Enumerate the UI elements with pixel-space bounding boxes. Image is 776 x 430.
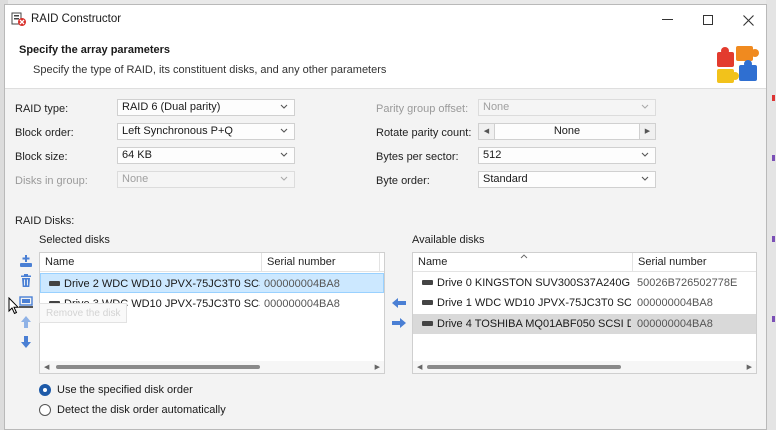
rotate-parity-count-spinner[interactable]: ◀ None ▶: [478, 123, 656, 140]
header-subtitle: Specify the type of RAID, its constituen…: [33, 64, 387, 76]
available-disks-header: Name Serial number: [413, 253, 756, 272]
rotate-parity-count-label: Rotate parity count:: [376, 127, 472, 139]
mouse-cursor-icon: [8, 297, 20, 315]
raid-type-value: RAID 6 (Dual parity): [122, 101, 221, 113]
disk-name: Drive 0 KINGSTON SUV300S37A240G: [437, 277, 630, 289]
column-header-serial[interactable]: Serial number: [262, 253, 380, 272]
disk-name: Drive 4 TOSHIBA MQ01ABF050 SCSI Disk...: [437, 318, 631, 330]
block-order-label: Block order:: [15, 127, 74, 139]
chevron-down-icon: [641, 152, 649, 157]
byte-order-label: Byte order:: [376, 175, 430, 187]
drive-icon: [49, 281, 60, 286]
arrow-left-icon[interactable]: [390, 294, 408, 312]
available-disks-list[interactable]: Name Serial number Drive 0 KINGSTON SUV3…: [412, 252, 757, 374]
parity-group-offset-value: None: [483, 101, 510, 113]
header-title: Specify the array parameters: [19, 44, 171, 56]
radio-label: Detect the disk order automatically: [57, 404, 226, 416]
maximize-icon[interactable]: [688, 5, 728, 35]
scroll-left-icon[interactable]: ◀: [417, 363, 422, 371]
chevron-down-icon: [280, 104, 288, 109]
available-disk-row[interactable]: Drive 1 WDC WD10 JPVX-75JC3T0 SCSI D... …: [413, 293, 756, 313]
column-header-name[interactable]: Name: [40, 253, 262, 272]
disk-name: Drive 2 WDC WD10 JPVX-75JC3T0 SCSI D...: [64, 278, 260, 290]
move-down-icon[interactable]: [17, 333, 35, 351]
rotate-parity-count-value: None: [553, 125, 581, 137]
minimize-icon[interactable]: [647, 5, 687, 35]
bytes-per-sector-label: Bytes per sector:: [376, 151, 459, 163]
disk-serial: 000000004BA8: [637, 318, 713, 330]
scroll-right-icon[interactable]: ▶: [747, 363, 752, 371]
sort-up-icon: [520, 254, 528, 259]
chevron-down-icon: [641, 176, 649, 181]
spinner-left-button[interactable]: ◀: [479, 124, 495, 139]
available-disk-row[interactable]: Drive 0 KINGSTON SUV300S37A240G 50026B72…: [413, 273, 756, 293]
disk-serial: 000000004BA8: [264, 298, 340, 310]
raid-disks-label: RAID Disks:: [15, 215, 75, 227]
horizontal-scrollbar[interactable]: ◀ ▶: [413, 361, 756, 373]
block-size-value: 64 KB: [122, 149, 152, 161]
selected-disks-label: Selected disks: [39, 234, 110, 246]
window-title: RAID Constructor: [31, 13, 122, 25]
selected-disk-row[interactable]: Drive 2 WDC WD10 JPVX-75JC3T0 SCSI D... …: [40, 273, 384, 293]
puzzle-icon: [717, 46, 759, 83]
close-icon[interactable]: [728, 5, 766, 35]
block-order-value: Left Synchronous P+Q: [122, 125, 233, 137]
disk-name: Drive 1 WDC WD10 JPVX-75JC3T0 SCSI D...: [437, 297, 631, 309]
disks-in-group-select: None: [117, 171, 295, 188]
chevron-down-icon: [280, 128, 288, 133]
title-bar: RAID Constructor: [5, 5, 766, 35]
delete-disk-icon[interactable]: [17, 272, 35, 290]
background-app-right: [766, 0, 776, 430]
drive-icon: [422, 321, 433, 326]
arrow-right-icon[interactable]: [390, 314, 408, 332]
block-order-select[interactable]: Left Synchronous P+Q: [117, 123, 295, 140]
tooltip: Remove the disk: [39, 303, 128, 323]
radio-button[interactable]: [39, 404, 51, 416]
available-disk-row[interactable]: Drive 4 TOSHIBA MQ01ABF050 SCSI Disk... …: [413, 314, 756, 334]
block-size-label: Block size:: [15, 151, 68, 163]
background-mark: [772, 155, 775, 161]
add-disk-icon[interactable]: [17, 252, 35, 270]
raid-type-select[interactable]: RAID 6 (Dual parity): [117, 99, 295, 116]
radio-detect-order-automatically[interactable]: Detect the disk order automatically: [39, 402, 226, 418]
scroll-right-icon[interactable]: ▶: [375, 363, 380, 371]
spinner-right-button[interactable]: ▶: [639, 124, 655, 139]
radio-use-specified-order[interactable]: Use the specified disk order: [39, 382, 193, 398]
radio-button-checked[interactable]: [39, 384, 51, 396]
chevron-down-icon: [641, 104, 649, 109]
disk-serial: 000000004BA8: [264, 278, 340, 290]
disks-in-group-label: Disks in group:: [15, 175, 88, 187]
available-disks-label: Available disks: [412, 234, 485, 246]
parity-group-offset-select: None: [478, 99, 656, 116]
background-mark: [772, 236, 775, 242]
disk-serial: 50026B726502778E: [637, 277, 738, 289]
byte-order-select[interactable]: Standard: [478, 171, 656, 188]
background-mark: [772, 316, 775, 322]
background-mark: [772, 95, 775, 101]
bytes-per-sector-select[interactable]: 512: [478, 147, 656, 164]
chevron-down-icon: [280, 176, 288, 181]
scrollbar-thumb[interactable]: [427, 365, 621, 369]
block-size-select[interactable]: 64 KB: [117, 147, 295, 164]
horizontal-scrollbar[interactable]: ◀ ▶: [40, 361, 384, 373]
byte-order-value: Standard: [483, 173, 528, 185]
drive-icon: [422, 280, 433, 285]
wizard-header: Specify the array parameters Specify the…: [5, 35, 766, 89]
chevron-down-icon: [280, 152, 288, 157]
scrollbar-thumb[interactable]: [56, 365, 260, 369]
bytes-per-sector-value: 512: [483, 149, 502, 161]
raid-type-label: RAID type:: [15, 103, 69, 115]
disks-in-group-value: None: [122, 173, 149, 185]
raid-constructor-window: RAID Constructor Specify the array param…: [4, 4, 767, 430]
radio-label: Use the specified disk order: [57, 384, 193, 396]
move-up-icon[interactable]: [17, 313, 35, 331]
drive-icon: [422, 300, 433, 305]
disk-serial: 000000004BA8: [637, 297, 713, 309]
app-raid-icon: [11, 12, 26, 26]
parity-group-offset-label: Parity group offset:: [376, 103, 469, 115]
selected-disks-header: Name Serial number: [40, 253, 384, 272]
scroll-left-icon[interactable]: ◀: [44, 363, 49, 371]
column-header-serial[interactable]: Serial number: [633, 253, 756, 272]
